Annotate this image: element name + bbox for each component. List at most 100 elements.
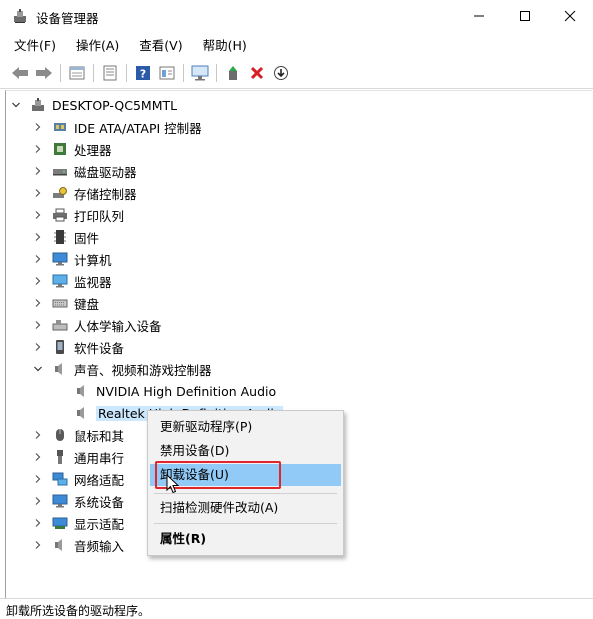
tree-item-usb[interactable]: 通用串行 xyxy=(32,446,124,468)
tree-item-keyboards[interactable]: 键盘 xyxy=(32,292,99,314)
tree-item-audio-inputs[interactable]: 音频输入 xyxy=(32,534,124,556)
tree-item-label: 存储控制器 xyxy=(74,186,137,202)
status-bar: 卸载所选设备的驱动程序。 xyxy=(0,598,593,619)
chevron-right-icon[interactable] xyxy=(32,341,44,353)
speaker-icon xyxy=(74,405,90,421)
forward-arrow-icon xyxy=(36,67,52,79)
tree-item-network-adapters[interactable]: 网络适配 xyxy=(32,468,124,490)
tree-item-label: 音频输入 xyxy=(74,538,125,554)
menu-file[interactable]: 文件(F) xyxy=(0,34,66,56)
disk-drive-icon xyxy=(52,163,68,179)
download-driver-button[interactable] xyxy=(269,62,293,84)
properties-icon xyxy=(69,66,85,80)
tree-item-label: 监视器 xyxy=(74,274,112,290)
list-view-button[interactable] xyxy=(98,62,122,84)
chevron-right-icon[interactable] xyxy=(32,187,44,199)
update-driver-icon xyxy=(229,66,237,80)
computer-icon xyxy=(52,251,68,267)
toolbar-separator xyxy=(216,64,217,82)
help-icon: ? xyxy=(136,66,150,81)
menu-disable-device[interactable]: 禁用设备(D) xyxy=(150,440,341,462)
chevron-right-icon[interactable] xyxy=(32,429,44,441)
status-text: 卸载所选设备的驱动程序。 xyxy=(6,604,151,618)
tree-root[interactable]: DESKTOP-QC5MMTL xyxy=(10,94,177,116)
processor-icon xyxy=(52,141,68,157)
firmware-icon xyxy=(52,229,68,245)
tree-item-monitors[interactable]: 监视器 xyxy=(32,270,112,292)
tree-item-hid[interactable]: 人体学输入设备 xyxy=(32,314,162,336)
back-arrow-icon xyxy=(12,67,28,79)
chevron-right-icon[interactable] xyxy=(32,517,44,529)
tree-item-sound-controllers[interactable]: 声音、视频和游戏控制器 xyxy=(32,358,212,380)
back-button[interactable] xyxy=(8,62,32,84)
list-view-icon xyxy=(103,65,117,81)
properties-button[interactable] xyxy=(65,62,89,84)
tree-item-software-devices[interactable]: 软件设备 xyxy=(32,336,124,358)
minimize-button[interactable] xyxy=(456,0,502,32)
monitor-icon xyxy=(191,65,209,81)
tree-item-label: 人体学输入设备 xyxy=(74,318,162,334)
menu-action[interactable]: 操作(A) xyxy=(66,34,129,56)
chevron-right-icon[interactable] xyxy=(32,451,44,463)
tree-item-system-devices[interactable]: 系统设备 xyxy=(32,490,124,512)
chevron-right-icon[interactable] xyxy=(32,253,44,265)
chevron-down-icon[interactable] xyxy=(10,99,22,111)
menu-update-driver[interactable]: 更新驱动程序(P) xyxy=(150,416,341,438)
menu-properties[interactable]: 属性(R) xyxy=(150,528,341,550)
tree-item-processors[interactable]: 处理器 xyxy=(32,138,112,160)
tree-item-label: 鼠标和其 xyxy=(74,428,125,444)
chevron-right-icon[interactable] xyxy=(32,539,44,551)
tree-item-label: 计算机 xyxy=(74,252,112,268)
usb-icon xyxy=(52,449,68,465)
chevron-right-icon[interactable] xyxy=(32,473,44,485)
chevron-right-icon[interactable] xyxy=(32,231,44,243)
chevron-right-icon[interactable] xyxy=(32,319,44,331)
help-button[interactable]: ? xyxy=(131,62,155,84)
toolbar-separator xyxy=(60,64,61,82)
scan-hardware-button[interactable] xyxy=(188,62,212,84)
forward-button[interactable] xyxy=(32,62,56,84)
uninstall-button[interactable] xyxy=(245,62,269,84)
update-driver-button[interactable] xyxy=(221,62,245,84)
speaker-icon xyxy=(52,361,68,377)
tree-item-ide-controllers[interactable]: IDE ATA/ATAPI 控制器 xyxy=(32,116,202,138)
menu-scan-hardware[interactable]: 扫描检测硬件改动(A) xyxy=(150,497,341,519)
tree-item-label: 系统设备 xyxy=(74,494,125,510)
toolbar: ? xyxy=(0,60,593,86)
tree-item-firmware[interactable]: 固件 xyxy=(32,226,99,248)
tree-item-nvidia-audio[interactable]: NVIDIA High Definition Audio xyxy=(74,380,276,402)
tree-item-mice[interactable]: 鼠标和其 xyxy=(32,424,124,446)
chevron-right-icon[interactable] xyxy=(32,275,44,287)
details-button[interactable] xyxy=(155,62,179,84)
speaker-icon xyxy=(74,383,90,399)
tree-item-display-adapters[interactable]: 显示适配 xyxy=(32,512,124,534)
chevron-right-icon[interactable] xyxy=(32,495,44,507)
tree-item-label: 固件 xyxy=(74,230,100,246)
maximize-button[interactable] xyxy=(502,0,548,32)
tree-item-disk-drives[interactable]: 磁盘驱动器 xyxy=(32,160,137,182)
menu-view[interactable]: 查看(V) xyxy=(129,34,192,56)
chevron-down-icon[interactable] xyxy=(32,363,44,375)
menu-separator xyxy=(154,493,337,494)
tree-item-print-queues[interactable]: 打印队列 xyxy=(32,204,124,226)
chevron-right-icon[interactable] xyxy=(32,143,44,155)
tree-item-label: 显示适配 xyxy=(74,516,125,532)
chevron-right-icon[interactable] xyxy=(32,121,44,133)
tree-item-computer[interactable]: 计算机 xyxy=(32,248,112,270)
tree-item-label: 软件设备 xyxy=(74,340,125,356)
close-icon xyxy=(564,10,576,22)
display-adapter-icon xyxy=(52,515,68,531)
chevron-right-icon[interactable] xyxy=(32,297,44,309)
mouse-cursor-icon xyxy=(166,474,180,494)
details-icon xyxy=(159,66,175,80)
chevron-right-icon[interactable] xyxy=(32,209,44,221)
tree-item-label: 网络适配 xyxy=(74,472,125,488)
tree-item-label: 处理器 xyxy=(74,142,112,158)
close-button[interactable] xyxy=(547,0,593,32)
download-circle-icon xyxy=(274,66,288,80)
menu-help[interactable]: 帮助(H) xyxy=(193,34,257,56)
toolbar-divider xyxy=(0,88,593,89)
chevron-right-icon[interactable] xyxy=(32,165,44,177)
toolbar-separator xyxy=(183,64,184,82)
tree-item-storage-controllers[interactable]: 存储控制器 xyxy=(32,182,137,204)
